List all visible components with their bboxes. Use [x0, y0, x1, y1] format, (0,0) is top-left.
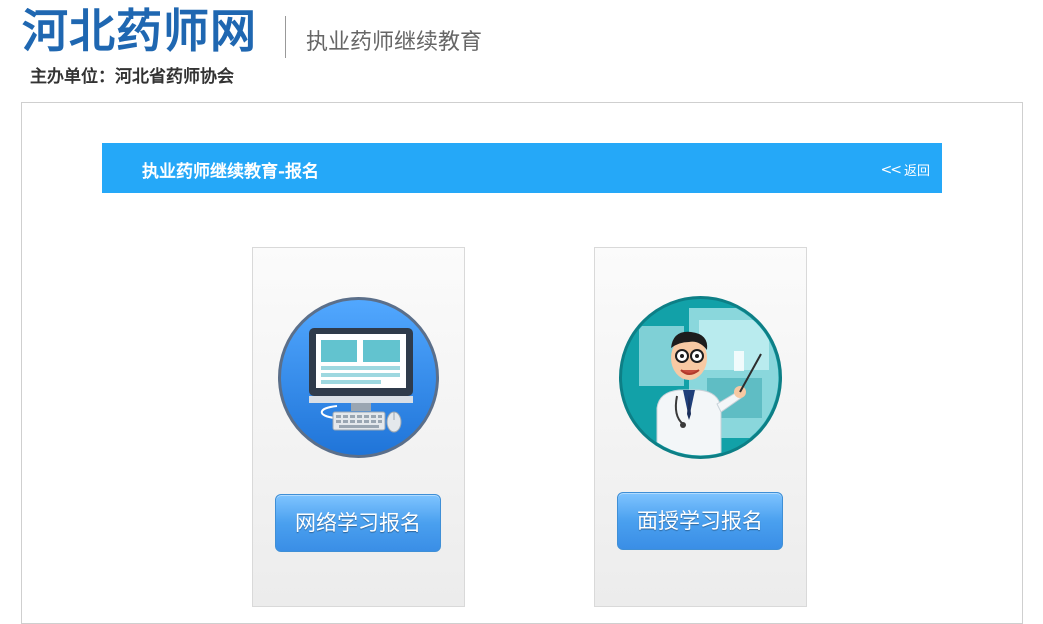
header-divider: [285, 16, 286, 58]
back-link[interactable]: << 返回: [880, 160, 930, 180]
main-panel: 执业药师继续教育-报名 << 返回 网络学习报名 面授学习报名: [21, 102, 1023, 624]
doctor-teaching-icon: [619, 296, 782, 459]
back-label: 返回: [903, 164, 930, 179]
title-bar: 执业药师继续教育-报名 << 返回: [102, 143, 942, 193]
site-header: 河北药师网 主办单位：河北省药师协会 执业药师继续教育: [0, 0, 1043, 100]
online-registration-button[interactable]: 网络学习报名: [275, 494, 441, 552]
onsite-registration-card: 面授学习报名: [594, 247, 807, 607]
computer-monitor-icon: [278, 297, 439, 458]
site-logo[interactable]: 河北药师网: [22, 2, 257, 60]
online-registration-card: 网络学习报名: [252, 247, 465, 607]
onsite-registration-button[interactable]: 面授学习报名: [617, 492, 783, 550]
organizer-label: 主办单位：河北省药师协会: [30, 67, 234, 87]
double-chevron-left-icon: <<: [880, 161, 903, 178]
section-title: 执业药师继续教育: [306, 30, 483, 55]
page-title: 执业药师继续教育-报名: [142, 162, 320, 182]
